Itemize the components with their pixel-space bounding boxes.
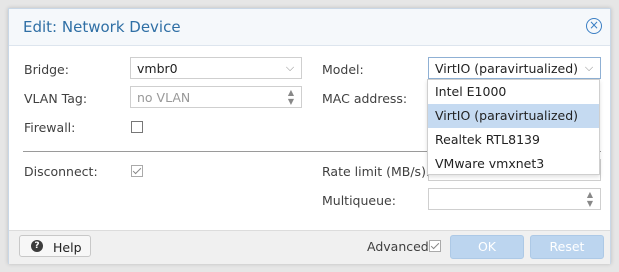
dialog-footer: ? Help Advanced OK Reset: [9, 230, 610, 264]
multiqueue-label: Multiqueue:: [322, 193, 396, 208]
reset-button[interactable]: Reset: [530, 235, 604, 259]
model-option-virtio[interactable]: VirtIO (paravirtualized): [428, 104, 599, 128]
vlan-tag-placeholder: no VLAN: [137, 90, 191, 105]
vlan-tag-label: VLAN Tag:: [24, 91, 88, 106]
rate-limit-label: Rate limit (MB/s):: [322, 164, 431, 179]
help-button-label: Help: [53, 240, 82, 255]
bridge-label: Bridge:: [24, 62, 69, 77]
bridge-select[interactable]: vmbr0 ⌵: [130, 57, 302, 79]
advanced-label: Advanced: [367, 239, 429, 254]
vlan-tag-input[interactable]: no VLAN ▲ ▼: [130, 86, 302, 108]
dialog-title: Edit: Network Device: [23, 18, 181, 36]
model-option-realtek[interactable]: Realtek RTL8139: [428, 128, 599, 152]
ok-button[interactable]: OK: [450, 235, 524, 259]
disconnect-checkbox[interactable]: [131, 165, 143, 177]
firewall-label: Firewall:: [24, 120, 76, 135]
question-icon: ?: [31, 240, 43, 252]
dialog-titlebar: Edit: Network Device ×: [9, 9, 610, 46]
multiqueue-input[interactable]: ▲ ▼: [428, 188, 601, 210]
spinner-icon[interactable]: ▲ ▼: [285, 88, 297, 106]
bridge-value: vmbr0: [137, 61, 178, 76]
chevron-down-icon[interactable]: ⌵: [279, 58, 301, 78]
mac-address-label: MAC address:: [322, 91, 408, 106]
advanced-checkbox[interactable]: [429, 240, 441, 252]
spinner-icon[interactable]: ▲ ▼: [584, 190, 596, 208]
model-select[interactable]: VirtIO (paravirtualized) ⌵: [428, 57, 601, 79]
model-option-intel-e1000[interactable]: Intel E1000: [428, 80, 599, 104]
model-label: Model:: [322, 62, 364, 77]
help-button[interactable]: ? Help: [19, 235, 91, 257]
disconnect-label: Disconnect:: [24, 164, 98, 179]
firewall-checkbox[interactable]: [131, 121, 143, 133]
close-icon[interactable]: ×: [586, 18, 602, 34]
model-value: VirtIO (paravirtualized): [435, 61, 579, 76]
model-option-vmware[interactable]: VMware vmxnet3: [428, 152, 599, 176]
model-dropdown-list: Intel E1000 VirtIO (paravirtualized) Rea…: [427, 79, 600, 175]
chevron-down-icon[interactable]: ⌵: [578, 58, 600, 78]
